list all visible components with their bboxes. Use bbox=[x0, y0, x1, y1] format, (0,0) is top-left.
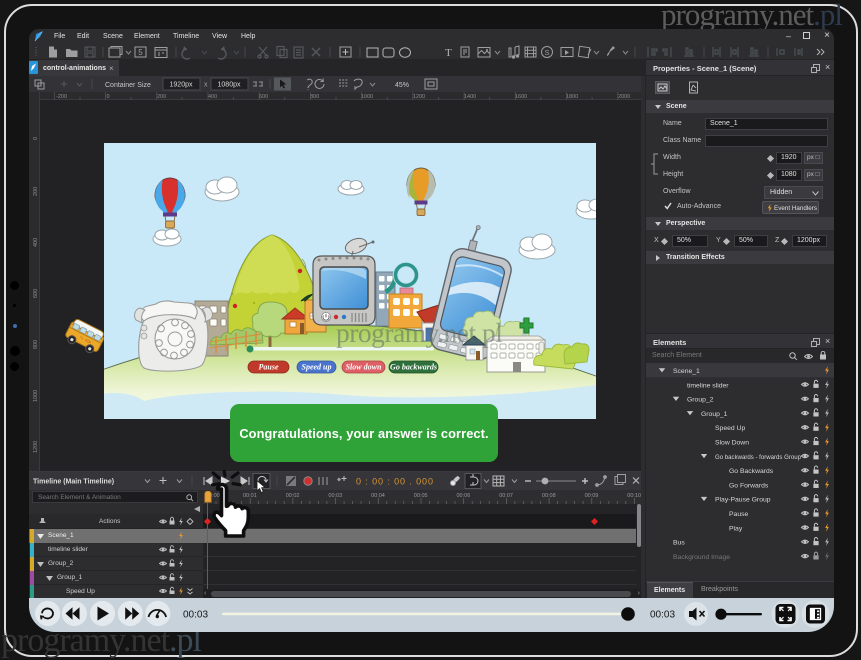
svg-text:Slow Down: Slow Down bbox=[715, 440, 749, 447]
svg-text:00:03: 00:03 bbox=[183, 609, 208, 620]
svg-text:5: 5 bbox=[138, 48, 143, 57]
svg-text:programy.net.pl: programy.net.pl bbox=[336, 317, 503, 348]
svg-text:S: S bbox=[544, 48, 549, 57]
svg-text:0 : 00 : 00 . 000: 0 : 00 : 00 . 000 bbox=[356, 477, 434, 487]
svg-text:timeline slider: timeline slider bbox=[687, 382, 729, 389]
svg-text:Background Image: Background Image bbox=[673, 554, 730, 561]
svg-text:Go Forwards: Go Forwards bbox=[729, 482, 769, 489]
svg-text:Play-Pause Group: Play-Pause Group bbox=[715, 497, 771, 504]
svg-text:200: 200 bbox=[33, 187, 39, 196]
svg-text:0: 0 bbox=[33, 137, 39, 140]
svg-text:Group_1: Group_1 bbox=[701, 411, 728, 418]
svg-text:400: 400 bbox=[33, 238, 39, 247]
svg-text:45%: 45% bbox=[395, 82, 409, 89]
svg-text:Container Size: Container Size bbox=[105, 82, 151, 89]
svg-text:Speed Up: Speed Up bbox=[715, 425, 745, 432]
svg-text:Group_2: Group_2 bbox=[687, 397, 714, 404]
svg-text:Play: Play bbox=[729, 525, 743, 532]
svg-text:800: 800 bbox=[33, 340, 39, 349]
svg-text:Go backwards - forwards Group: Go backwards - forwards Group bbox=[715, 454, 801, 461]
svg-text:Go Backwards: Go Backwards bbox=[729, 468, 774, 475]
svg-text:00:03: 00:03 bbox=[650, 609, 675, 620]
svg-text:Slow down: Slow down bbox=[346, 363, 382, 372]
svg-text:1000: 1000 bbox=[33, 390, 39, 402]
svg-text:x: x bbox=[204, 82, 208, 89]
svg-text:1200: 1200 bbox=[33, 441, 39, 453]
svg-text:Speed up: Speed up bbox=[302, 363, 332, 372]
svg-text:Timeline (Main Timeline): Timeline (Main Timeline) bbox=[33, 479, 114, 486]
svg-text:Bus: Bus bbox=[673, 540, 685, 547]
svg-text:T: T bbox=[445, 47, 452, 59]
svg-text:600: 600 bbox=[33, 289, 39, 298]
svg-text:1920px: 1920px bbox=[170, 82, 193, 89]
svg-text:Pause: Pause bbox=[259, 363, 279, 372]
svg-text:Go backwards: Go backwards bbox=[390, 363, 437, 372]
svg-text:Scene_1: Scene_1 bbox=[673, 368, 700, 375]
svg-text:Pause: Pause bbox=[729, 511, 748, 518]
svg-text:1080px: 1080px bbox=[218, 82, 241, 89]
